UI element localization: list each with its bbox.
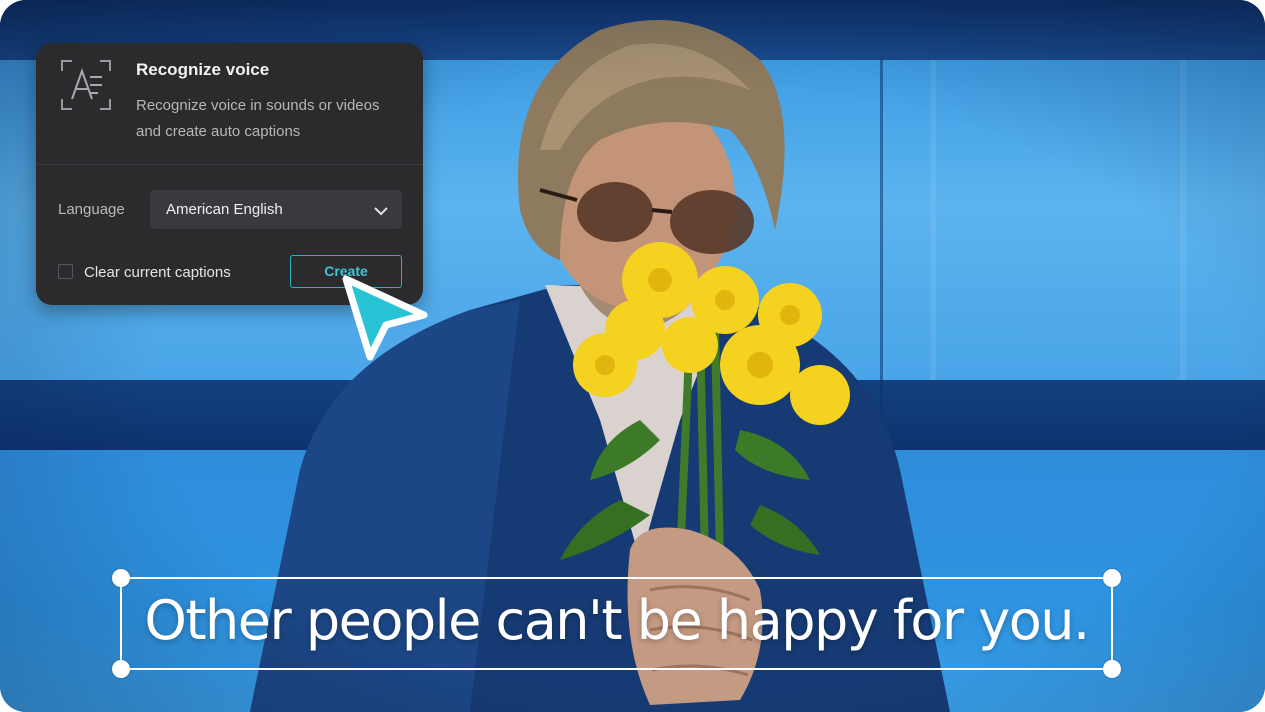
resize-handle-top-right[interactable] [1103, 569, 1121, 587]
pointer-cursor-icon [340, 275, 430, 365]
recognize-voice-panel: Recognize voice Recognize voice in sound… [36, 43, 423, 305]
resize-handle-bottom-left[interactable] [112, 660, 130, 678]
clear-captions-label[interactable]: Clear current captions [84, 264, 231, 281]
clear-captions-checkbox[interactable] [58, 264, 73, 279]
text-recognize-icon [60, 59, 112, 111]
panel-description: Recognize voice in sounds or videos and … [136, 97, 380, 140]
resize-handle-bottom-right[interactable] [1103, 660, 1121, 678]
language-select[interactable]: American English [150, 190, 402, 229]
caption-bounding-box[interactable]: Other people can't be happy for you. [112, 569, 1121, 678]
video-frame: Other people can't be happy for you. Rec… [0, 0, 1265, 712]
caption-text[interactable]: Other people can't be happy for you. [122, 589, 1111, 652]
panel-title: Recognize voice [136, 60, 270, 79]
resize-handle-top-left[interactable] [112, 569, 130, 587]
language-value: American English [166, 201, 283, 218]
divider [36, 164, 423, 165]
chevron-down-icon [374, 203, 388, 216]
language-label: Language [58, 201, 125, 218]
